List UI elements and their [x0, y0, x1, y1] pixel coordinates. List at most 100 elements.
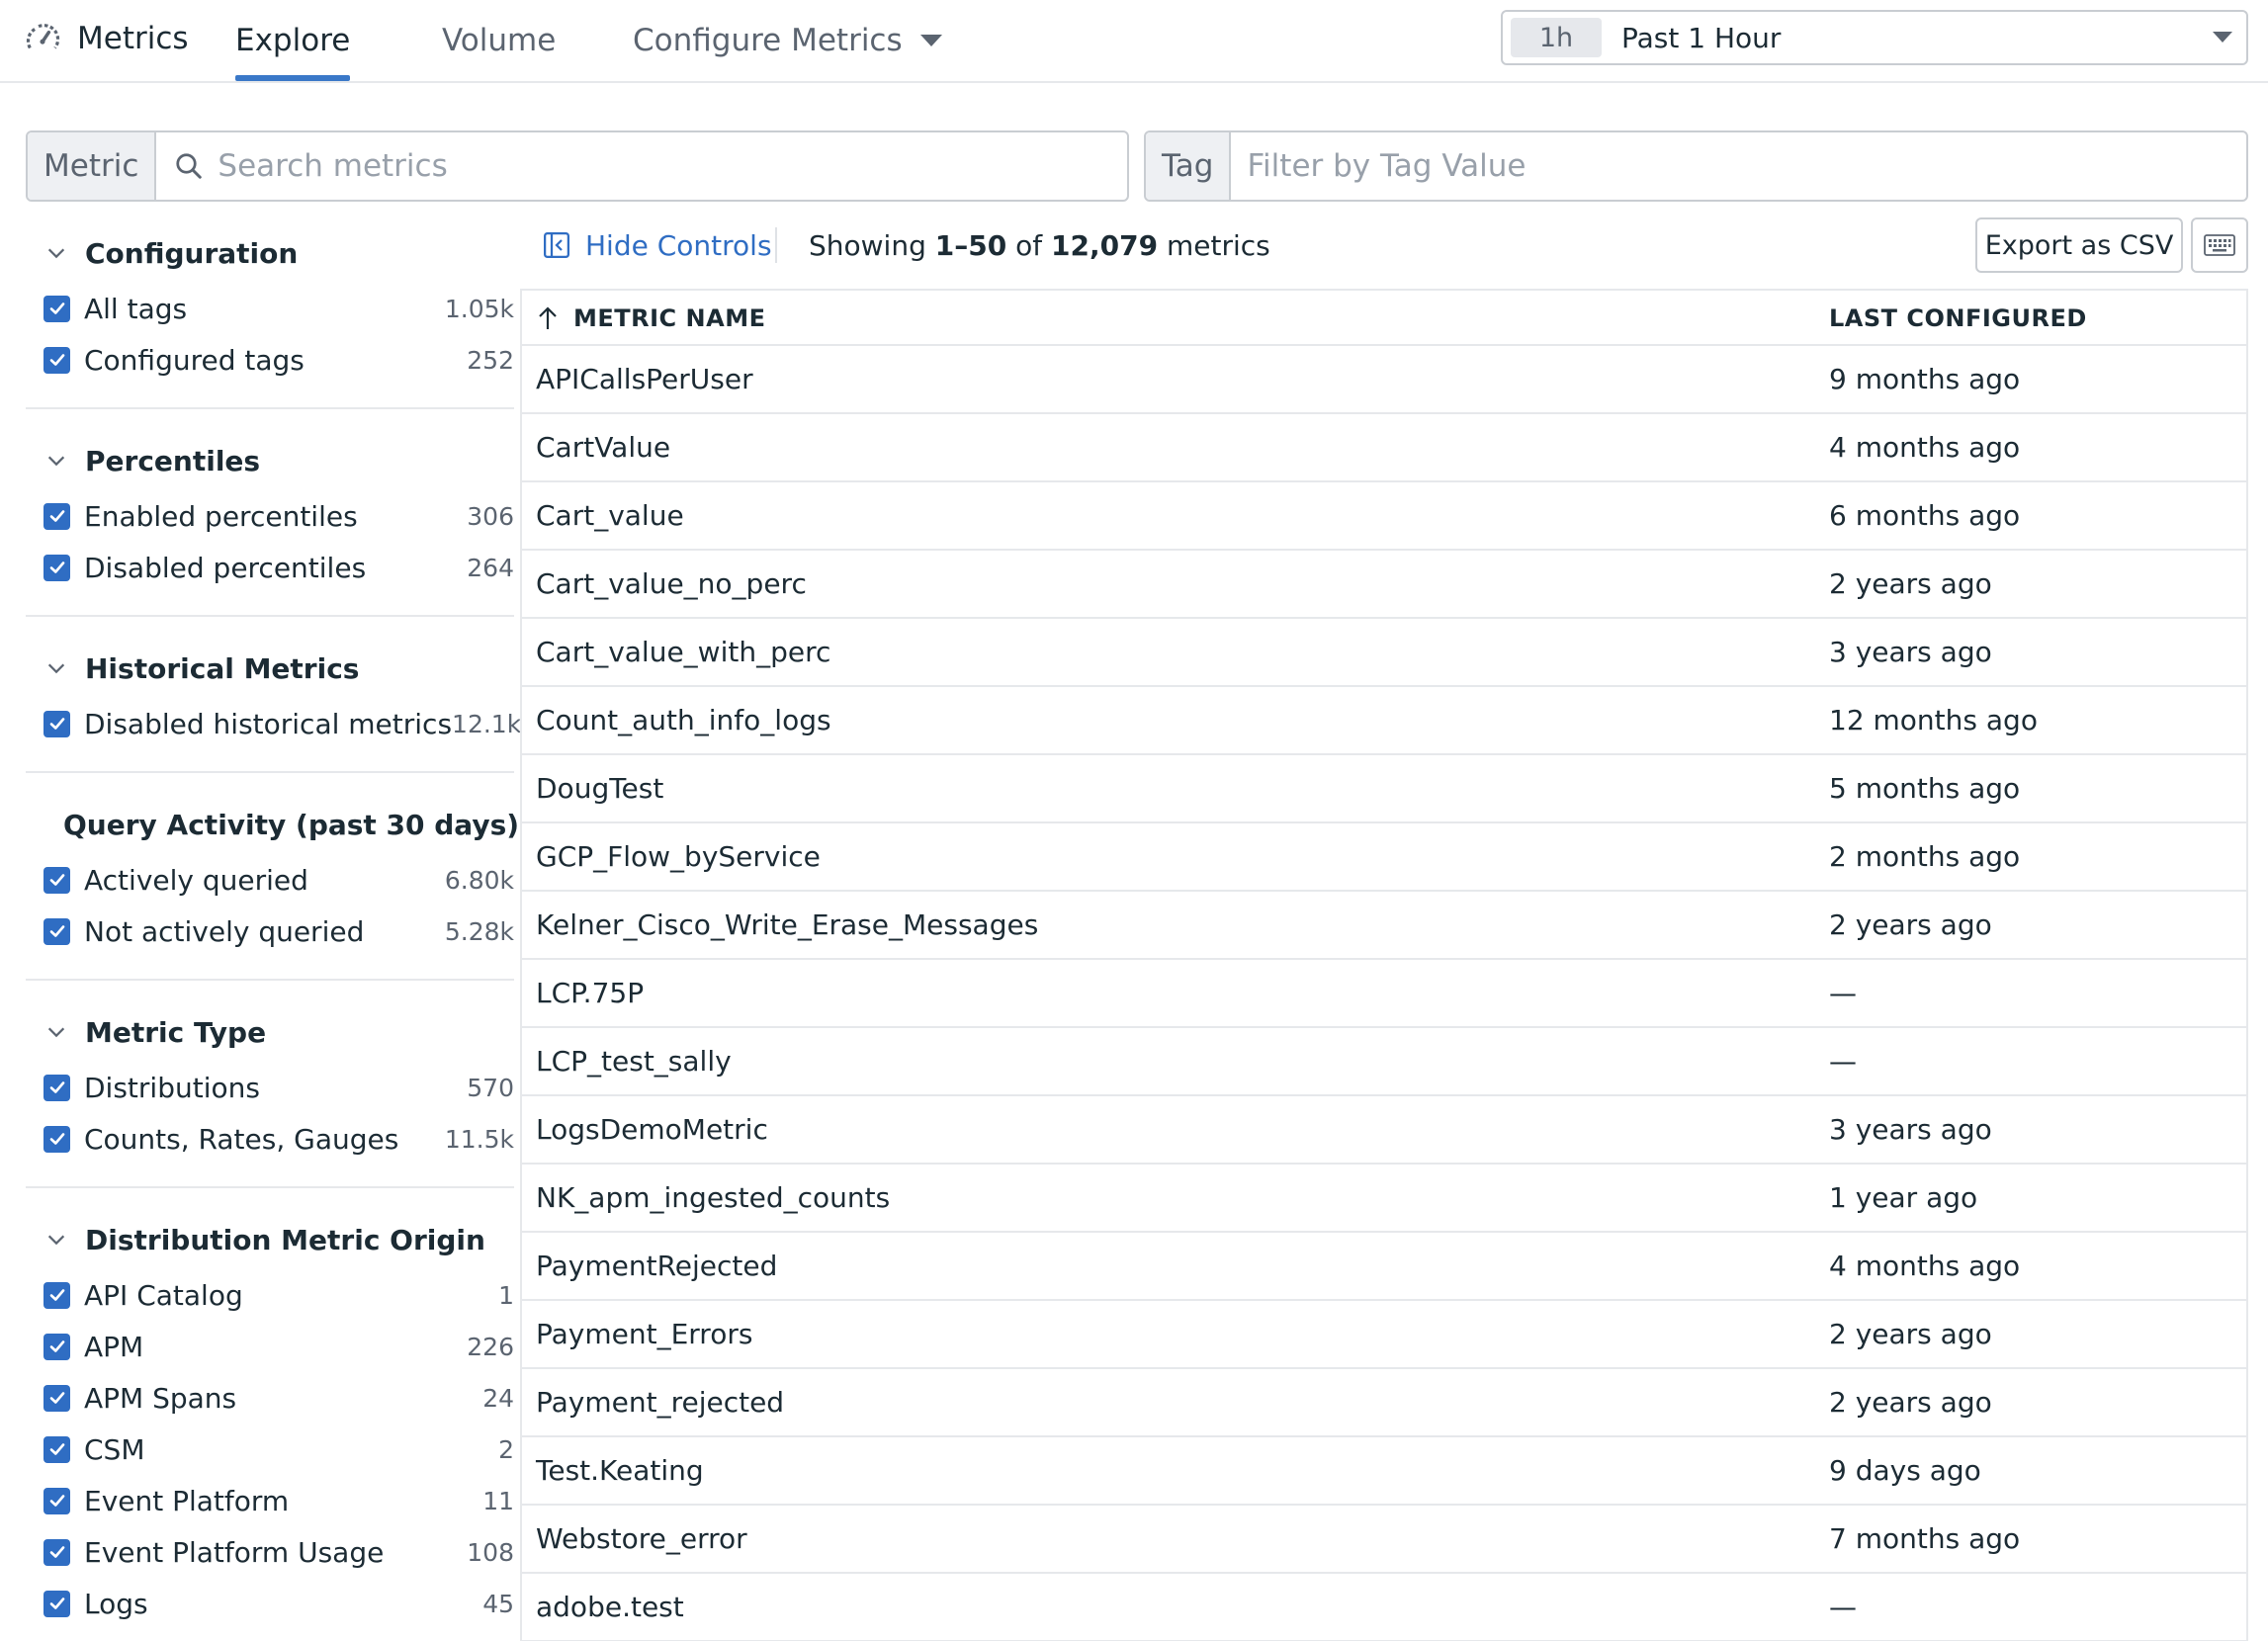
- filter-option[interactable]: API Catalog 1: [26, 1269, 514, 1321]
- filter-section-header[interactable]: Metric Type: [26, 1002, 514, 1062]
- table-row[interactable]: PaymentRejected 4 months ago: [522, 1233, 2246, 1301]
- filter-option[interactable]: APM Spans 24: [26, 1372, 514, 1424]
- filter-option-label: Disabled percentiles: [84, 551, 367, 584]
- table-row[interactable]: Kelner_Cisco_Write_Erase_Messages 2 years…: [522, 892, 2246, 960]
- metric-name-cell[interactable]: Payment_Errors: [536, 1301, 752, 1367]
- hide-controls-button[interactable]: Hide Controls: [542, 223, 772, 267]
- metric-name-cell[interactable]: NK_apm_ingested_counts: [536, 1165, 890, 1231]
- tab-volume[interactable]: Volume: [442, 0, 556, 81]
- filter-option[interactable]: Not actively queried 5.28k: [26, 906, 514, 957]
- metric-name-cell[interactable]: Cart_value: [536, 482, 684, 549]
- keyboard-shortcuts-button[interactable]: [2191, 217, 2248, 273]
- export-csv-button[interactable]: Export as CSV: [1975, 217, 2183, 273]
- metric-name-cell[interactable]: GCP_Flow_byService: [536, 823, 821, 890]
- metric-name-cell[interactable]: APICallsPerUser: [536, 346, 753, 412]
- filter-option[interactable]: Actively queried 6.80k: [26, 854, 514, 906]
- last-configured-column-header[interactable]: LAST CONFIGURED: [1829, 291, 2087, 346]
- table-row[interactable]: Payment_rejected 2 years ago: [522, 1369, 2246, 1437]
- filter-option[interactable]: Disabled percentiles 264: [26, 542, 514, 593]
- checkbox-checked[interactable]: [44, 1125, 70, 1153]
- metric-name-cell[interactable]: Cart_value_with_perc: [536, 619, 830, 685]
- metric-name-column-header[interactable]: METRIC NAME: [536, 291, 765, 346]
- checkmark-icon: [49, 302, 64, 314]
- metric-name-cell[interactable]: DougTest: [536, 755, 663, 821]
- table-row[interactable]: Payment_Errors 2 years ago: [522, 1301, 2246, 1369]
- table-row[interactable]: LCP_test_sally —: [522, 1028, 2246, 1096]
- metric-search: Metric: [26, 130, 1129, 202]
- metric-name-cell[interactable]: LCP.75P: [536, 960, 644, 1026]
- filter-option[interactable]: Event Platform Usage 108: [26, 1526, 514, 1578]
- tag-filter-input[interactable]: [1247, 132, 2246, 200]
- filter-option[interactable]: Configured tags 252: [26, 334, 514, 386]
- filter-option[interactable]: Distributions 570: [26, 1062, 514, 1113]
- checkbox-checked[interactable]: [44, 1487, 70, 1514]
- checkbox-checked[interactable]: [44, 710, 70, 737]
- metrics-brand[interactable]: Metrics: [24, 0, 189, 77]
- filter-section-header[interactable]: Historical Metrics: [26, 639, 514, 698]
- checkbox-checked[interactable]: [44, 502, 70, 530]
- metric-name-cell[interactable]: Kelner_Cisco_Write_Erase_Messages: [536, 892, 1038, 958]
- metric-name-cell[interactable]: LCP_test_sally: [536, 1028, 732, 1094]
- filter-option[interactable]: APM 226: [26, 1321, 514, 1372]
- time-range-picker[interactable]: 1h Past 1 Hour: [1501, 10, 2248, 65]
- metric-name-cell[interactable]: CartValue: [536, 414, 670, 480]
- filter-option[interactable]: Logs 45: [26, 1578, 514, 1629]
- checkbox-checked[interactable]: [44, 295, 70, 322]
- checkmark-icon: [49, 1133, 64, 1145]
- table-row[interactable]: Test.Keating 9 days ago: [522, 1437, 2246, 1506]
- filter-section-header[interactable]: Configuration: [26, 223, 514, 283]
- tab-explore[interactable]: Explore: [235, 0, 351, 81]
- filter-option[interactable]: All tags 1.05k: [26, 283, 514, 334]
- metric-name-cell[interactable]: Webstore_error: [536, 1506, 747, 1572]
- table-row[interactable]: APICallsPerUser 9 months ago: [522, 346, 2246, 414]
- filter-section-header[interactable]: Distribution Metric Origin: [26, 1210, 514, 1269]
- metric-name-cell[interactable]: Test.Keating: [536, 1437, 704, 1504]
- metric-name-cell[interactable]: LogsDemoMetric: [536, 1096, 768, 1163]
- last-configured-cell: 5 months ago: [1829, 772, 2021, 805]
- checkbox-checked[interactable]: [44, 917, 70, 945]
- metric-name-cell[interactable]: Payment_rejected: [536, 1369, 784, 1435]
- last-configured-cell: 2 years ago: [1829, 908, 1992, 941]
- filter-option[interactable]: Event Platform 11: [26, 1475, 514, 1526]
- checkbox-checked[interactable]: [44, 346, 70, 374]
- filter-section-header[interactable]: Percentiles: [26, 431, 514, 490]
- table-row[interactable]: Cart_value_with_perc 3 years ago: [522, 619, 2246, 687]
- filter-option[interactable]: Counts, Rates, Gauges 11.5k: [26, 1113, 514, 1165]
- filter-option[interactable]: Enabled percentiles 306: [26, 490, 514, 542]
- tag-filter: Tag: [1144, 130, 2248, 202]
- filter-section-header[interactable]: Query Activity (past 30 days): [26, 795, 519, 854]
- checkbox-checked[interactable]: [44, 1384, 70, 1412]
- metric-name-cell[interactable]: PaymentRejected: [536, 1233, 777, 1299]
- table-row[interactable]: Webstore_error 7 months ago: [522, 1506, 2246, 1574]
- table-row[interactable]: Count_auth_info_logs 12 months ago: [522, 687, 2246, 755]
- table-row[interactable]: Cart_value_no_perc 2 years ago: [522, 551, 2246, 619]
- tab-label: Configure Metrics: [633, 23, 903, 58]
- table-row[interactable]: NK_apm_ingested_counts 1 year ago: [522, 1165, 2246, 1233]
- filter-option[interactable]: CSM 2: [26, 1424, 514, 1475]
- table-row[interactable]: LCP.75P —: [522, 960, 2246, 1028]
- checkbox-checked[interactable]: [44, 1538, 70, 1566]
- filter-section: Historical Metrics Disabled historical me…: [26, 639, 521, 773]
- table-row[interactable]: adobe.test —: [522, 1574, 2246, 1641]
- checkbox-checked[interactable]: [44, 866, 70, 894]
- time-range-badge: 1h: [1511, 18, 1602, 57]
- table-row[interactable]: CartValue 4 months ago: [522, 414, 2246, 482]
- table-row[interactable]: Cart_value 6 months ago: [522, 482, 2246, 551]
- checkbox-checked[interactable]: [44, 1281, 70, 1309]
- metric-name-cell[interactable]: Count_auth_info_logs: [536, 687, 831, 753]
- tab-configure-metrics[interactable]: Configure Metrics: [633, 0, 942, 81]
- checkbox-checked[interactable]: [44, 1074, 70, 1101]
- checkbox-checked[interactable]: [44, 554, 70, 581]
- metric-name-cell[interactable]: adobe.test: [536, 1574, 684, 1640]
- checkbox-checked[interactable]: [44, 1435, 70, 1463]
- metric-name-cell[interactable]: Cart_value_no_perc: [536, 551, 807, 617]
- table-row[interactable]: GCP_Flow_byService 2 months ago: [522, 823, 2246, 892]
- search-metrics-input[interactable]: [218, 132, 1127, 200]
- tab-label: Volume: [442, 23, 557, 58]
- checkbox-checked[interactable]: [44, 1590, 70, 1617]
- table-row[interactable]: DougTest 5 months ago: [522, 755, 2246, 823]
- filter-option[interactable]: Disabled historical metrics 12.1k: [26, 698, 521, 749]
- checkbox-checked[interactable]: [44, 1333, 70, 1360]
- table-row[interactable]: LogsDemoMetric 3 years ago: [522, 1096, 2246, 1165]
- filter-option-count: 226: [467, 1332, 514, 1361]
